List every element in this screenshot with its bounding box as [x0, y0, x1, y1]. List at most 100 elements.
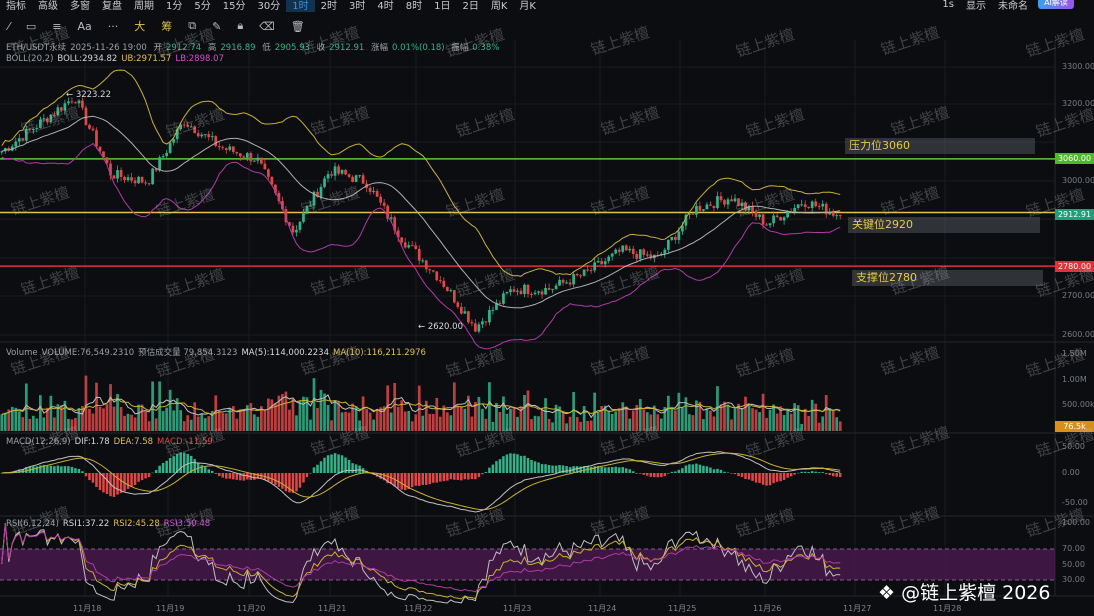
volume-bar [582, 405, 586, 431]
candle-body [119, 170, 123, 177]
volume-bar [691, 415, 695, 431]
candle-body [123, 176, 126, 181]
candle-body [151, 168, 154, 185]
volume-bar [459, 406, 463, 431]
candle-body [347, 174, 351, 177]
candle-body [263, 163, 267, 170]
boll-upper-line [1, 69, 841, 277]
candle-body [796, 204, 800, 208]
candle-body [779, 217, 782, 221]
candle-body [214, 136, 218, 146]
volume-bar [733, 408, 737, 431]
candle-body [642, 249, 646, 255]
candle-body [638, 249, 642, 259]
candle-body [621, 245, 625, 252]
volume-bar [481, 408, 484, 431]
volume-bar [681, 406, 684, 431]
macd-bar [98, 473, 102, 491]
macd-bar [232, 473, 235, 480]
candle-body [295, 229, 298, 233]
volume-bar [705, 408, 709, 431]
macd-bar [295, 473, 298, 492]
candle-body [596, 261, 600, 263]
macd-bar [488, 467, 491, 473]
candle-body [403, 242, 407, 248]
candle-body [231, 146, 235, 153]
candle-body [137, 176, 140, 184]
candle-body [291, 225, 295, 233]
volume-bar [817, 422, 821, 431]
volume-bar [0, 414, 4, 431]
macd-bar [814, 471, 817, 473]
macd-bar [305, 473, 309, 478]
key-level-label[interactable]: 关键位2920 [848, 217, 1040, 233]
volume-bar [326, 405, 330, 431]
resistance-label[interactable]: 压力位3060 [845, 138, 1035, 154]
volume-bar [147, 421, 151, 431]
macd-bar [800, 471, 803, 473]
candle-body [810, 201, 814, 209]
candle-body [474, 323, 477, 332]
macd-bar [456, 473, 460, 480]
macd-bar [207, 469, 210, 473]
volume-bar [102, 408, 105, 431]
macd-bar [277, 473, 281, 487]
volume-bar [144, 411, 147, 431]
macd-bar [519, 455, 523, 473]
macd-bar [225, 473, 228, 479]
candle-body [519, 290, 523, 294]
macd-bar [768, 473, 772, 486]
candle-body [200, 134, 204, 137]
volume-bar [49, 395, 53, 431]
volume-bar [161, 411, 165, 431]
macd-bar [337, 454, 340, 473]
rsi-tick: 50.00 [1062, 560, 1085, 569]
volume-bar [35, 418, 39, 431]
macd-bar [403, 473, 407, 491]
candle-body [344, 169, 347, 175]
macd-bar [495, 461, 498, 473]
volume-bar [624, 406, 628, 431]
candle-body [253, 160, 256, 162]
macd-tick: 0.00 [1062, 468, 1080, 477]
macd-bar [670, 471, 674, 473]
macd-bar [446, 473, 449, 481]
macd-bar [537, 462, 540, 473]
candle-body [814, 201, 818, 207]
macd-bar [695, 463, 698, 473]
volume-bar [740, 408, 744, 431]
candle-body [238, 153, 242, 157]
candle-body [228, 146, 232, 150]
macd-bar [565, 466, 568, 473]
volume-bar [189, 419, 193, 431]
macd-bar [831, 473, 835, 477]
candle-body [765, 224, 768, 226]
macd-bar [533, 461, 537, 473]
candle-body [389, 217, 393, 219]
candle-body [491, 309, 495, 311]
candle-body [582, 269, 586, 276]
macd-bar [53, 466, 56, 473]
volume-bar [477, 396, 481, 431]
volume-bar [744, 396, 747, 431]
candle-body [407, 245, 411, 248]
volume-bar [42, 417, 46, 431]
volume-bar [702, 419, 705, 431]
boll-lower-line [1, 142, 841, 350]
volume-bar [123, 415, 126, 431]
candle-body [793, 207, 796, 212]
candle-body [786, 211, 789, 218]
macd-bar [333, 453, 337, 473]
candle-body [116, 170, 119, 179]
macd-bar [544, 464, 547, 473]
volume-bar [435, 397, 439, 431]
macd-bar [154, 469, 158, 473]
candle-body [775, 215, 779, 218]
price-tick: 3300.00 [1062, 62, 1094, 71]
volume-bar [256, 416, 260, 431]
candle-body [498, 302, 502, 304]
macd-bar [709, 467, 712, 473]
candle-body [467, 311, 470, 323]
candle-body [379, 196, 383, 203]
macd-bar [484, 471, 488, 473]
